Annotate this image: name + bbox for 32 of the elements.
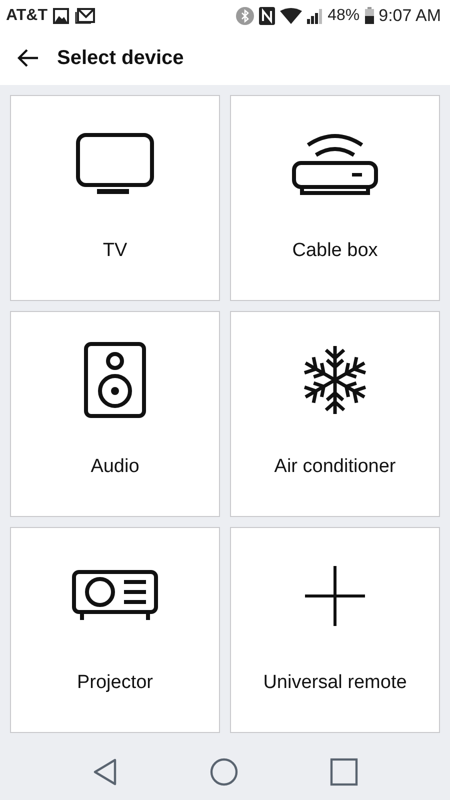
device-label: TV — [102, 240, 128, 262]
battery-icon — [364, 7, 374, 24]
bluetooth-icon — [236, 6, 254, 25]
speaker-icon — [84, 342, 146, 418]
wifi-icon — [280, 8, 302, 24]
plus-icon — [303, 564, 367, 628]
recents-icon[interactable] — [330, 758, 358, 786]
nfc-icon — [258, 6, 275, 25]
signal-icon — [306, 8, 323, 24]
tv-icon — [76, 132, 154, 195]
device-label: Air conditioner — [274, 456, 396, 478]
device-tile[interactable]: Projector — [10, 526, 220, 733]
back-arrow-icon[interactable] — [17, 49, 39, 68]
cable-box-icon — [292, 132, 378, 195]
device-tile[interactable]: TV — [10, 94, 220, 301]
device-label: Audio — [90, 456, 140, 478]
device-label: Universal remote — [263, 672, 407, 694]
device-label: Projector — [76, 672, 154, 694]
carrier-name: AT&T — [6, 6, 48, 25]
device-tile[interactable]: Cable box — [230, 94, 440, 301]
back-icon[interactable] — [92, 758, 118, 786]
mail-icon — [75, 8, 96, 24]
clock-time: 9:07 AM — [378, 6, 441, 26]
device-tile[interactable]: Universal remote — [230, 526, 440, 733]
page-title: Select device — [57, 46, 184, 70]
projector-icon — [72, 570, 158, 622]
device-tile[interactable]: Audio — [10, 310, 220, 517]
image-icon — [53, 8, 70, 24]
device-tile[interactable]: Air conditioner — [230, 310, 440, 517]
device-label: Cable box — [292, 240, 378, 262]
home-icon[interactable] — [210, 758, 238, 786]
battery-percent: 48% — [328, 6, 360, 25]
